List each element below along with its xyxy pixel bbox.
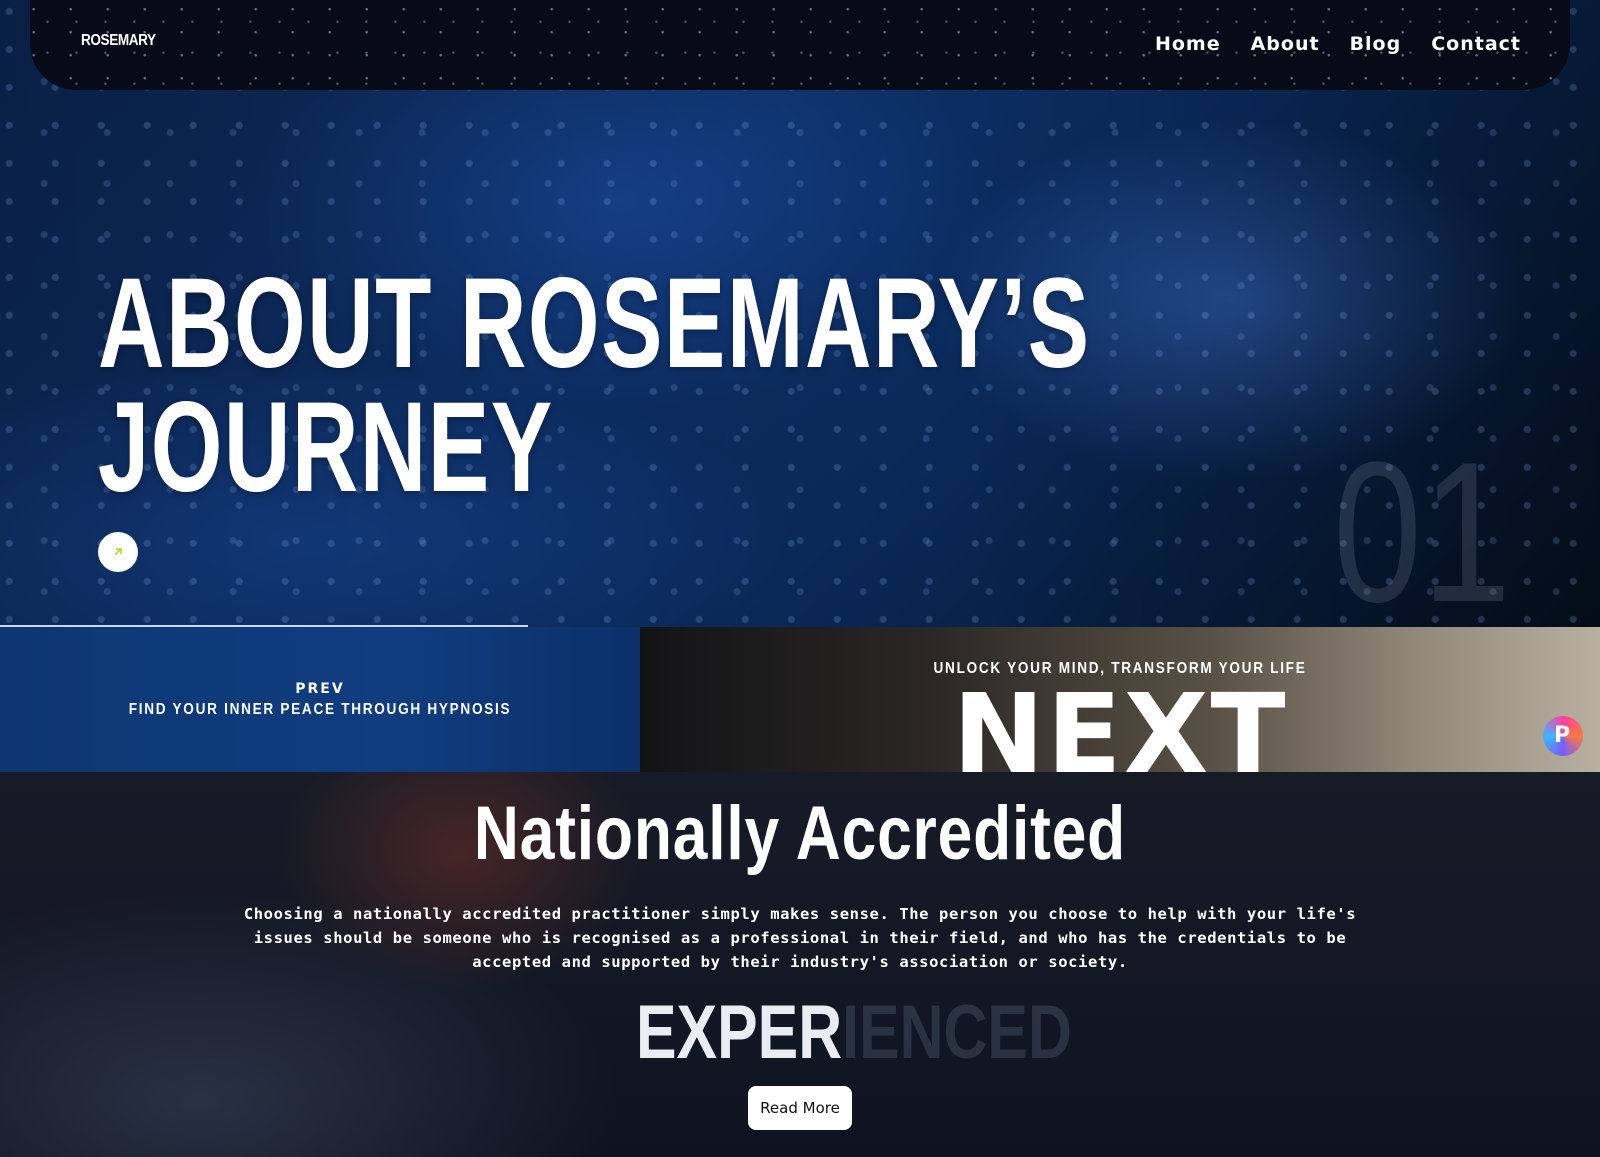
accredited-body: Choosing a nationally accredited practit… <box>243 905 1357 971</box>
hero-title-line1: ABOUT ROSEMARY’S <box>98 252 1091 395</box>
accredited-title: Nationally Accredited <box>473 791 1127 876</box>
prev-title: FIND YOUR INNER PEACE THROUGH HYPNOSIS <box>128 701 512 718</box>
nav-contact[interactable]: Contact <box>1431 33 1521 55</box>
hero-section: ABOUT ROSEMARY’S JOURNEY 01 <box>0 0 1600 627</box>
slide-number: 01 <box>1333 421 1511 628</box>
hero-arrow-button[interactable] <box>98 532 138 572</box>
experienced-word-faded: IENCED <box>842 990 1072 1075</box>
experienced-word-solid: EXPER <box>636 990 843 1075</box>
hero-title: ABOUT ROSEMARY’S JOURNEY <box>98 260 1090 512</box>
pro-badge-icon[interactable]: P <box>1543 716 1583 756</box>
experienced-word: EXPERIENCED <box>636 995 1072 1071</box>
next-slide-link[interactable]: UNLOCK YOUR MIND, TRANSFORM YOUR LIFE NE… <box>640 627 1600 772</box>
next-label: NEXT <box>952 670 1288 772</box>
prev-slide-link[interactable]: PREV FIND YOUR INNER PEACE THROUGH HYPNO… <box>0 627 640 772</box>
arrow-up-right-icon <box>114 548 122 556</box>
hero-title-line2: JOURNEY <box>98 376 554 519</box>
read-more-button[interactable]: Read More <box>748 1086 852 1130</box>
pro-badge-letter: P <box>1554 723 1571 748</box>
site-logo[interactable]: ROSEMARY <box>81 32 156 50</box>
main-nav: Home About Blog Contact <box>1155 33 1521 55</box>
nav-blog[interactable]: Blog <box>1350 33 1402 55</box>
nav-about[interactable]: About <box>1251 33 1320 55</box>
slide-progress-bar <box>0 625 528 627</box>
navbar: ROSEMARY Home About Blog Contact <box>30 0 1570 90</box>
prev-label: PREV <box>295 681 345 697</box>
nav-home[interactable]: Home <box>1155 33 1221 55</box>
